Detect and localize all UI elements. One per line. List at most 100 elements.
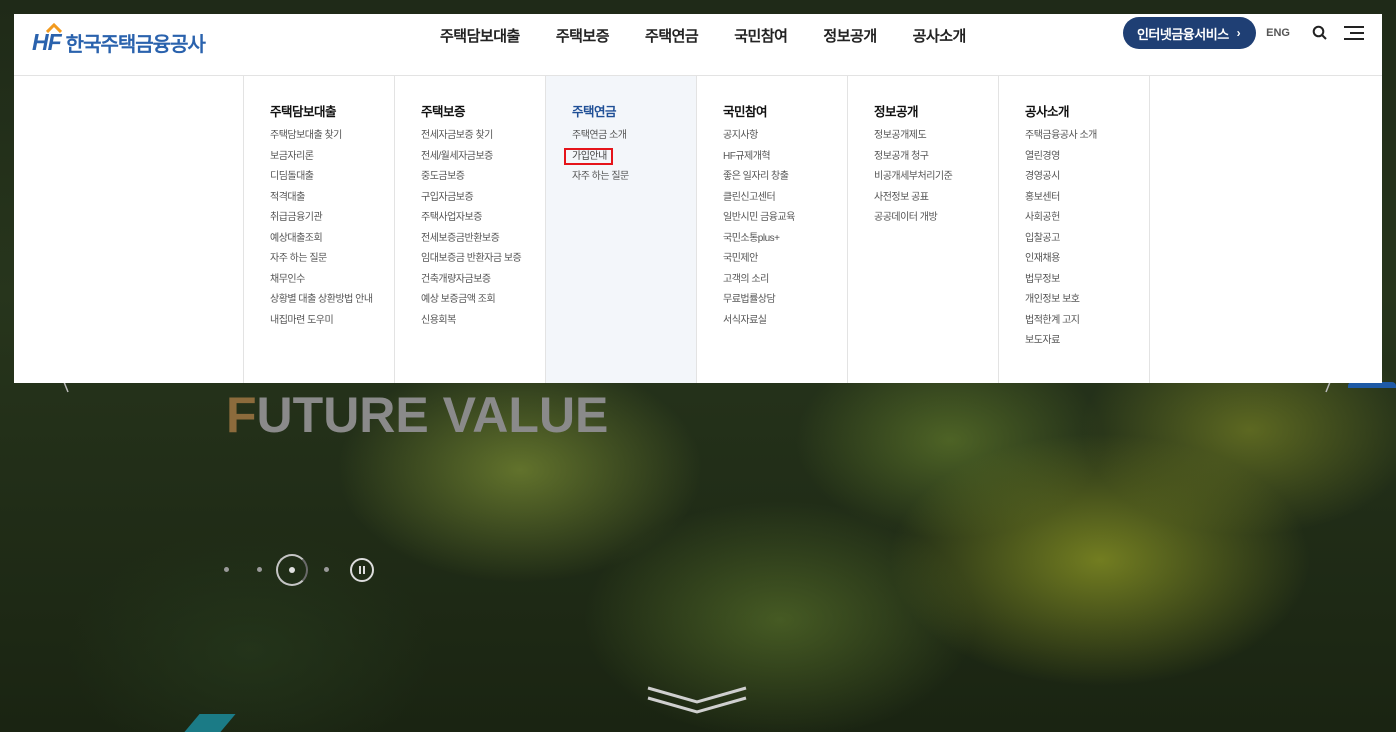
mega-menu-item[interactable]: 주택금융공사 소개	[1025, 126, 1149, 147]
mega-menu-item[interactable]: 정보공개 청구	[874, 147, 998, 168]
slide-dot-2[interactable]	[257, 567, 262, 572]
nav-mortgage[interactable]: 주택담보대출	[422, 25, 538, 46]
mega-menu-item-label: 경영공시	[1025, 171, 1060, 182]
search-icon[interactable]	[1312, 25, 1328, 41]
pause-button[interactable]	[350, 558, 374, 582]
menu-icon[interactable]	[1344, 26, 1364, 40]
mega-menu-item-label: 주택사업자보증	[421, 212, 482, 223]
mega-menu-item[interactable]: 예상대출조회	[270, 229, 394, 250]
mega-menu-item[interactable]: 무료법률상담	[723, 290, 847, 311]
mega-menu-item-label: 입찰공고	[1025, 232, 1060, 244]
mega-menu-item[interactable]: 가입안내	[564, 147, 696, 168]
mega-menu-item[interactable]: 법무정보	[1025, 270, 1149, 291]
mega-menu-item[interactable]: 인재채용	[1025, 249, 1149, 270]
decorative-shape	[184, 714, 236, 732]
mega-col-list: 정보공개제도정보공개 청구비공개세부처리기준 사전정보 공표공공데이터 개방	[874, 126, 998, 229]
mega-menu-item[interactable]: 입찰공고	[1025, 229, 1149, 250]
mega-menu-item[interactable]: 서식자료실	[723, 311, 847, 332]
mega-menu-item-label: 개인정보 보호	[1025, 294, 1080, 305]
mega-menu-item[interactable]: 경영공시	[1025, 167, 1149, 188]
mega-menu-item-label: 일반시민 금융교육	[723, 212, 795, 223]
mega-menu-item[interactable]: 상황별 대출 상환방법 안내	[270, 290, 394, 311]
mega-menu-item[interactable]: 주택연금 소개	[572, 126, 696, 147]
mega-menu-item-label: 주택담보대출 찾기	[270, 130, 342, 141]
mega-menu-item-label: 적격대출	[270, 191, 305, 203]
scroll-down-icon[interactable]	[646, 682, 748, 718]
nav-disclosure[interactable]: 정보공개	[805, 25, 894, 46]
mega-menu-item[interactable]: 건축개량자금보증	[421, 270, 545, 291]
chevron-right-icon: ›	[1236, 26, 1241, 40]
mega-menu-item[interactable]: 공지사항	[723, 126, 847, 147]
mega-menu-item[interactable]: 예상 보증금액 조회	[421, 290, 545, 311]
mega-menu-item[interactable]: 클린신고센터	[723, 188, 847, 209]
logo[interactable]: HF 한국주택금융공사	[32, 22, 206, 62]
mega-menu-item[interactable]: 개인정보 보호	[1025, 290, 1149, 311]
mega-menu-item[interactable]: 적격대출	[270, 188, 394, 209]
highlighted-menu-item: 가입안내	[564, 147, 613, 165]
mega-menu-item[interactable]: 디딤돌대출	[270, 167, 394, 188]
mega-col-title[interactable]: 국민참여	[723, 101, 847, 120]
mega-menu-item[interactable]: 구입자금보증	[421, 188, 545, 209]
slide-dot-active[interactable]	[276, 554, 308, 586]
mega-menu-item[interactable]: 비공개세부처리기준	[874, 167, 998, 188]
mega-menu-item[interactable]: 보금자리론	[270, 147, 394, 168]
mega-menu-item[interactable]: 국민제안	[723, 249, 847, 270]
mega-menu-item[interactable]: 임대보증금 반환자금 보증	[421, 249, 545, 270]
slide-dot-1[interactable]	[224, 567, 229, 572]
eng-link[interactable]: ENG	[1266, 27, 1290, 39]
mega-menu-item[interactable]: 정보공개제도	[874, 126, 998, 147]
mega-menu-item[interactable]: 보도자료	[1025, 331, 1149, 352]
mega-menu-item[interactable]: 주택사업자보증	[421, 208, 545, 229]
mega-menu-item-label: 건축개량자금보증	[421, 273, 491, 285]
nav-pension[interactable]: 주택연금	[627, 25, 716, 46]
mega-menu-item[interactable]: 자주 하는 질문	[572, 167, 696, 188]
mega-menu-item-label: 국민제안	[723, 253, 758, 264]
mega-menu-item[interactable]: 자주 하는 질문	[270, 249, 394, 270]
mega-menu-item-label: 열린경영	[1025, 150, 1060, 162]
mega-col-title[interactable]: 주택보증	[421, 101, 545, 120]
mega-menu-item[interactable]: 좋은 일자리 창출	[723, 167, 847, 188]
mega-menu-item-label: 인재채용	[1025, 253, 1060, 264]
mega-menu-item[interactable]: 채무인수	[270, 270, 394, 291]
mega-menu-item-label: 자주 하는 질문	[270, 253, 327, 264]
mega-menu-item[interactable]: 고객의 소리	[723, 270, 847, 291]
mega-menu-item[interactable]: 홍보센터	[1025, 188, 1149, 209]
mega-col-title[interactable]: 주택담보대출	[270, 101, 394, 120]
mega-menu-item[interactable]: 신용회복	[421, 311, 545, 332]
nav-participation[interactable]: 국민참여	[716, 25, 805, 46]
mega-menu-item[interactable]: 중도금보증	[421, 167, 545, 188]
mega-menu-item[interactable]: 전세/월세자금보증	[421, 147, 545, 168]
nav-guarantee[interactable]: 주택보증	[538, 25, 627, 46]
mega-menu-item[interactable]: 전세보증금반환보증	[421, 229, 545, 250]
mega-menu-item[interactable]: 사전정보 공표	[874, 188, 998, 209]
mega-menu-item-label: 법무정보	[1025, 273, 1060, 285]
mega-menu-item-label: 주택금융공사 소개	[1025, 130, 1097, 141]
roof-icon	[46, 22, 62, 33]
nav-about[interactable]: 공사소개	[895, 25, 984, 46]
mega-menu-item[interactable]: 공공데이터 개방	[874, 208, 998, 229]
mega-menu-item[interactable]: 사회공헌	[1025, 208, 1149, 229]
mega-menu-item[interactable]: 법적한계 고지	[1025, 311, 1149, 332]
mega-menu-item[interactable]: 주택담보대출 찾기	[270, 126, 394, 147]
mega-menu-item-label: 구입자금보증	[421, 191, 474, 203]
mega-menu-item-label: 주택연금 소개	[572, 130, 627, 141]
mega-col-title[interactable]: 정보공개	[874, 101, 998, 120]
internet-banking-button[interactable]: 인터넷금융서비스 ›	[1122, 17, 1257, 49]
mega-menu-item[interactable]: 국민소통plus+	[723, 229, 847, 250]
mega-menu-item[interactable]: 일반시민 금융교육	[723, 208, 847, 229]
mega-col-title[interactable]: 주택연금	[572, 101, 696, 120]
mega-menu-item[interactable]: 내집마련 도우미	[270, 311, 394, 332]
mega-col-list: 공지사항 HF규제개혁 좋은 일자리 창출 클린신고센터일반시민 금융교육국민소통pl…	[723, 126, 847, 331]
mega-menu-item[interactable]: 전세자금보증 찾기	[421, 126, 545, 147]
mega-menu-item[interactable]: 열린경영	[1025, 147, 1149, 168]
mega-menu-item-label: 공공데이터 개방	[874, 212, 938, 223]
mega-menu-item-label: 사회공헌	[1025, 212, 1060, 223]
mega-menu-item[interactable]: HF규제개혁	[723, 147, 847, 168]
mega-menu-item-label: 무료법률상담	[723, 294, 776, 305]
mega-menu-item-label: 전세자금보증 찾기	[421, 130, 493, 141]
mega-menu-item[interactable]: 취급금융기관	[270, 208, 394, 229]
mega-menu-item-label: 홍보센터	[1025, 191, 1060, 203]
mega-col-title[interactable]: 공사소개	[1025, 101, 1149, 120]
slide-dot-4[interactable]	[324, 567, 329, 572]
mega-menu-item-label: 정보공개 청구	[874, 150, 929, 162]
